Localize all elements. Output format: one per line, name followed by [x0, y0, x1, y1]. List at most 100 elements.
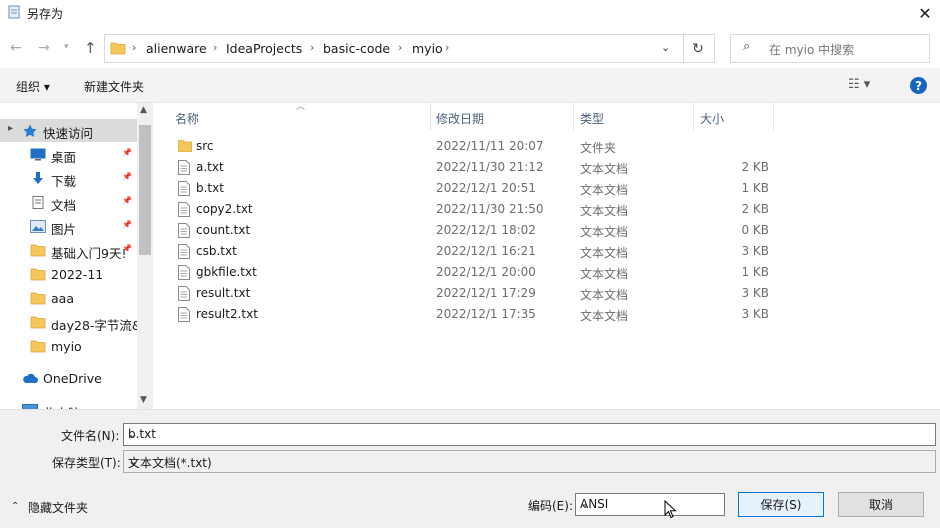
file-date: 2022/11/30 21:50	[436, 202, 544, 216]
back-arrow-icon[interactable]: ←	[10, 40, 22, 56]
nav-item--[interactable]: 文档 📌	[0, 191, 137, 214]
refresh-icon[interactable]: ↻	[692, 41, 704, 57]
text-file-icon	[178, 265, 190, 280]
column-divider[interactable]	[693, 103, 694, 130]
hide-folders-toggle[interactable]: 隐藏文件夹	[28, 499, 88, 516]
nav-item--[interactable]: 此电脑	[0, 399, 137, 409]
breadcrumb-alienware[interactable]: alienware	[146, 41, 207, 56]
breadcrumb-basic-code[interactable]: basic-code	[323, 41, 390, 56]
text-file-icon	[178, 286, 190, 301]
cancel-button[interactable]: 取消	[838, 492, 924, 517]
breadcrumb-myio[interactable]: myio	[412, 41, 443, 56]
navigation-pane: 快速访问 ▸ 桌面 📌 下载 📌 文档 📌 图片 📌 基础入门9天! 📌 2022-11 aaa day28…	[0, 103, 152, 409]
file-row[interactable]: src 2022/11/11 20:07 文件夹	[157, 136, 777, 157]
file-name: src	[196, 139, 214, 153]
nav-item-2022-11[interactable]: 2022-11	[0, 263, 137, 286]
file-type: 文本文档	[580, 309, 629, 323]
save-type-label: 保存类型(T):	[52, 456, 121, 470]
file-date: 2022/12/1 20:00	[436, 265, 536, 279]
filename-input[interactable]: b.txt ⌄	[123, 423, 936, 446]
nav-item-label: 快速访问	[43, 126, 94, 141]
picture-icon	[30, 220, 46, 233]
file-row[interactable]: gbkfile.txt 2022/12/1 20:00 文本文档 1 KB	[157, 262, 777, 283]
file-row[interactable]: b.txt 2022/12/1 20:51 文本文档 1 KB	[157, 178, 777, 199]
nav-item-quick-access[interactable]: 快速访问 ▸	[0, 119, 137, 142]
window-title: 另存为	[27, 7, 64, 21]
folder-icon	[30, 340, 46, 353]
file-list: ︿ 名称 修改日期 类型 大小 src 2022/11/11 20:07 文件夹 a.…	[157, 102, 940, 409]
nav-item--9-[interactable]: 基础入门9天! 📌	[0, 239, 137, 262]
mouse-cursor-icon	[664, 500, 677, 519]
close-icon[interactable]: ✕	[918, 4, 931, 23]
nav-item--[interactable]: 下载 📌	[0, 167, 137, 190]
address-dropdown-chevron-icon[interactable]: ⌄	[661, 41, 670, 54]
help-icon[interactable]: ?	[910, 77, 927, 94]
column-header-type[interactable]: 类型	[580, 110, 604, 127]
file-row[interactable]: count.txt 2022/12/1 18:02 文本文档 0 KB	[157, 220, 777, 241]
column-divider[interactable]	[573, 103, 574, 130]
pin-icon: 📌	[122, 244, 132, 253]
new-folder-button[interactable]: 新建文件夹	[84, 78, 144, 95]
nav-scrollbar-thumb[interactable]	[139, 125, 151, 255]
pin-icon: 📌	[122, 196, 132, 205]
encoding-select[interactable]: ANSI ⌄	[575, 493, 725, 516]
nav-item-label: myio	[51, 339, 82, 354]
folder-icon	[30, 244, 46, 257]
close-button[interactable]: ✕	[910, 0, 940, 26]
save-button[interactable]: 保存(S)	[738, 492, 824, 517]
refresh-button[interactable]: ↻	[682, 34, 715, 63]
nav-item--[interactable]: 图片 📌	[0, 215, 137, 238]
column-divider[interactable]	[430, 103, 431, 130]
nav-item--[interactable]: 桌面 📌	[0, 143, 137, 166]
column-header-size[interactable]: 大小	[700, 110, 724, 127]
file-row[interactable]: csb.txt 2022/12/1 16:21 文本文档 3 KB	[157, 241, 777, 262]
save-type-select[interactable]: 文本文档(*.txt) ⌄	[123, 450, 936, 473]
file-date: 2022/12/1 17:35	[436, 307, 536, 321]
file-row[interactable]: a.txt 2022/11/30 21:12 文本文档 2 KB	[157, 157, 777, 178]
breadcrumb-ideaprojects[interactable]: IdeaProjects	[226, 41, 302, 56]
column-header-name[interactable]: 名称	[175, 110, 199, 127]
chevron-down-icon[interactable]: ⌄	[128, 427, 931, 441]
file-size: 1 KB	[741, 265, 769, 279]
column-divider[interactable]	[773, 103, 774, 130]
up-arrow-icon[interactable]: ↑	[84, 39, 97, 57]
folder-icon	[110, 42, 126, 55]
search-input[interactable]: ⌕ 在 myio 中搜索	[730, 34, 930, 63]
sort-ascending-icon: ︿	[296, 102, 306, 112]
nav-item-myio[interactable]: myio	[0, 335, 137, 358]
file-size: 0 KB	[741, 223, 769, 237]
search-icon: ⌕	[743, 39, 751, 54]
nav-item-onedrive[interactable]: OneDrive	[0, 367, 137, 390]
chevron-up-icon[interactable]: ⌃	[11, 501, 19, 512]
scroll-up-icon[interactable]: ▲	[140, 105, 147, 115]
text-file-icon	[178, 244, 190, 259]
expand-chevron-icon[interactable]: ▸	[8, 123, 13, 134]
file-name: copy2.txt	[196, 202, 253, 216]
pin-icon: 📌	[122, 148, 132, 157]
nav-item-aaa[interactable]: aaa	[0, 287, 137, 310]
organize-menu[interactable]: 组织 ▾	[16, 78, 50, 95]
view-options-icon[interactable]: ☷ ▾	[848, 77, 870, 92]
file-name: csb.txt	[196, 244, 237, 258]
file-row[interactable]: result.txt 2022/12/1 17:29 文本文档 3 KB	[157, 283, 777, 304]
scroll-down-icon[interactable]: ▼	[140, 395, 147, 405]
file-size: 2 KB	[741, 202, 769, 216]
file-name: gbkfile.txt	[196, 265, 257, 279]
breadcrumb-separator-icon: ›	[213, 41, 218, 54]
column-header-date[interactable]: 修改日期	[436, 110, 484, 127]
recent-chevron-icon[interactable]: ▾	[64, 42, 69, 52]
address-bar[interactable]: › alienware › IdeaProjects › basic-code …	[104, 34, 684, 63]
file-row[interactable]: result2.txt 2022/12/1 17:35 文本文档 3 KB	[157, 304, 777, 325]
text-file-icon	[178, 307, 190, 322]
nav-item-day28-[interactable]: day28-字节流&	[0, 311, 137, 334]
file-type: 文本文档	[580, 225, 629, 239]
nav-item-label: OneDrive	[43, 371, 102, 386]
file-type: 文件夹	[580, 141, 617, 155]
star-icon	[22, 124, 38, 137]
file-size: 3 KB	[741, 286, 769, 300]
chevron-down-icon[interactable]: ⌄	[580, 497, 720, 511]
forward-arrow-icon[interactable]: →	[38, 40, 50, 56]
file-row[interactable]: copy2.txt 2022/11/30 21:50 文本文档 2 KB	[157, 199, 777, 220]
save-options-panel: 文件名(N): b.txt ⌄ 保存类型(T): 文本文档(*.txt) ⌄ ⌃…	[0, 409, 940, 528]
chevron-down-icon[interactable]: ⌄	[128, 454, 931, 468]
